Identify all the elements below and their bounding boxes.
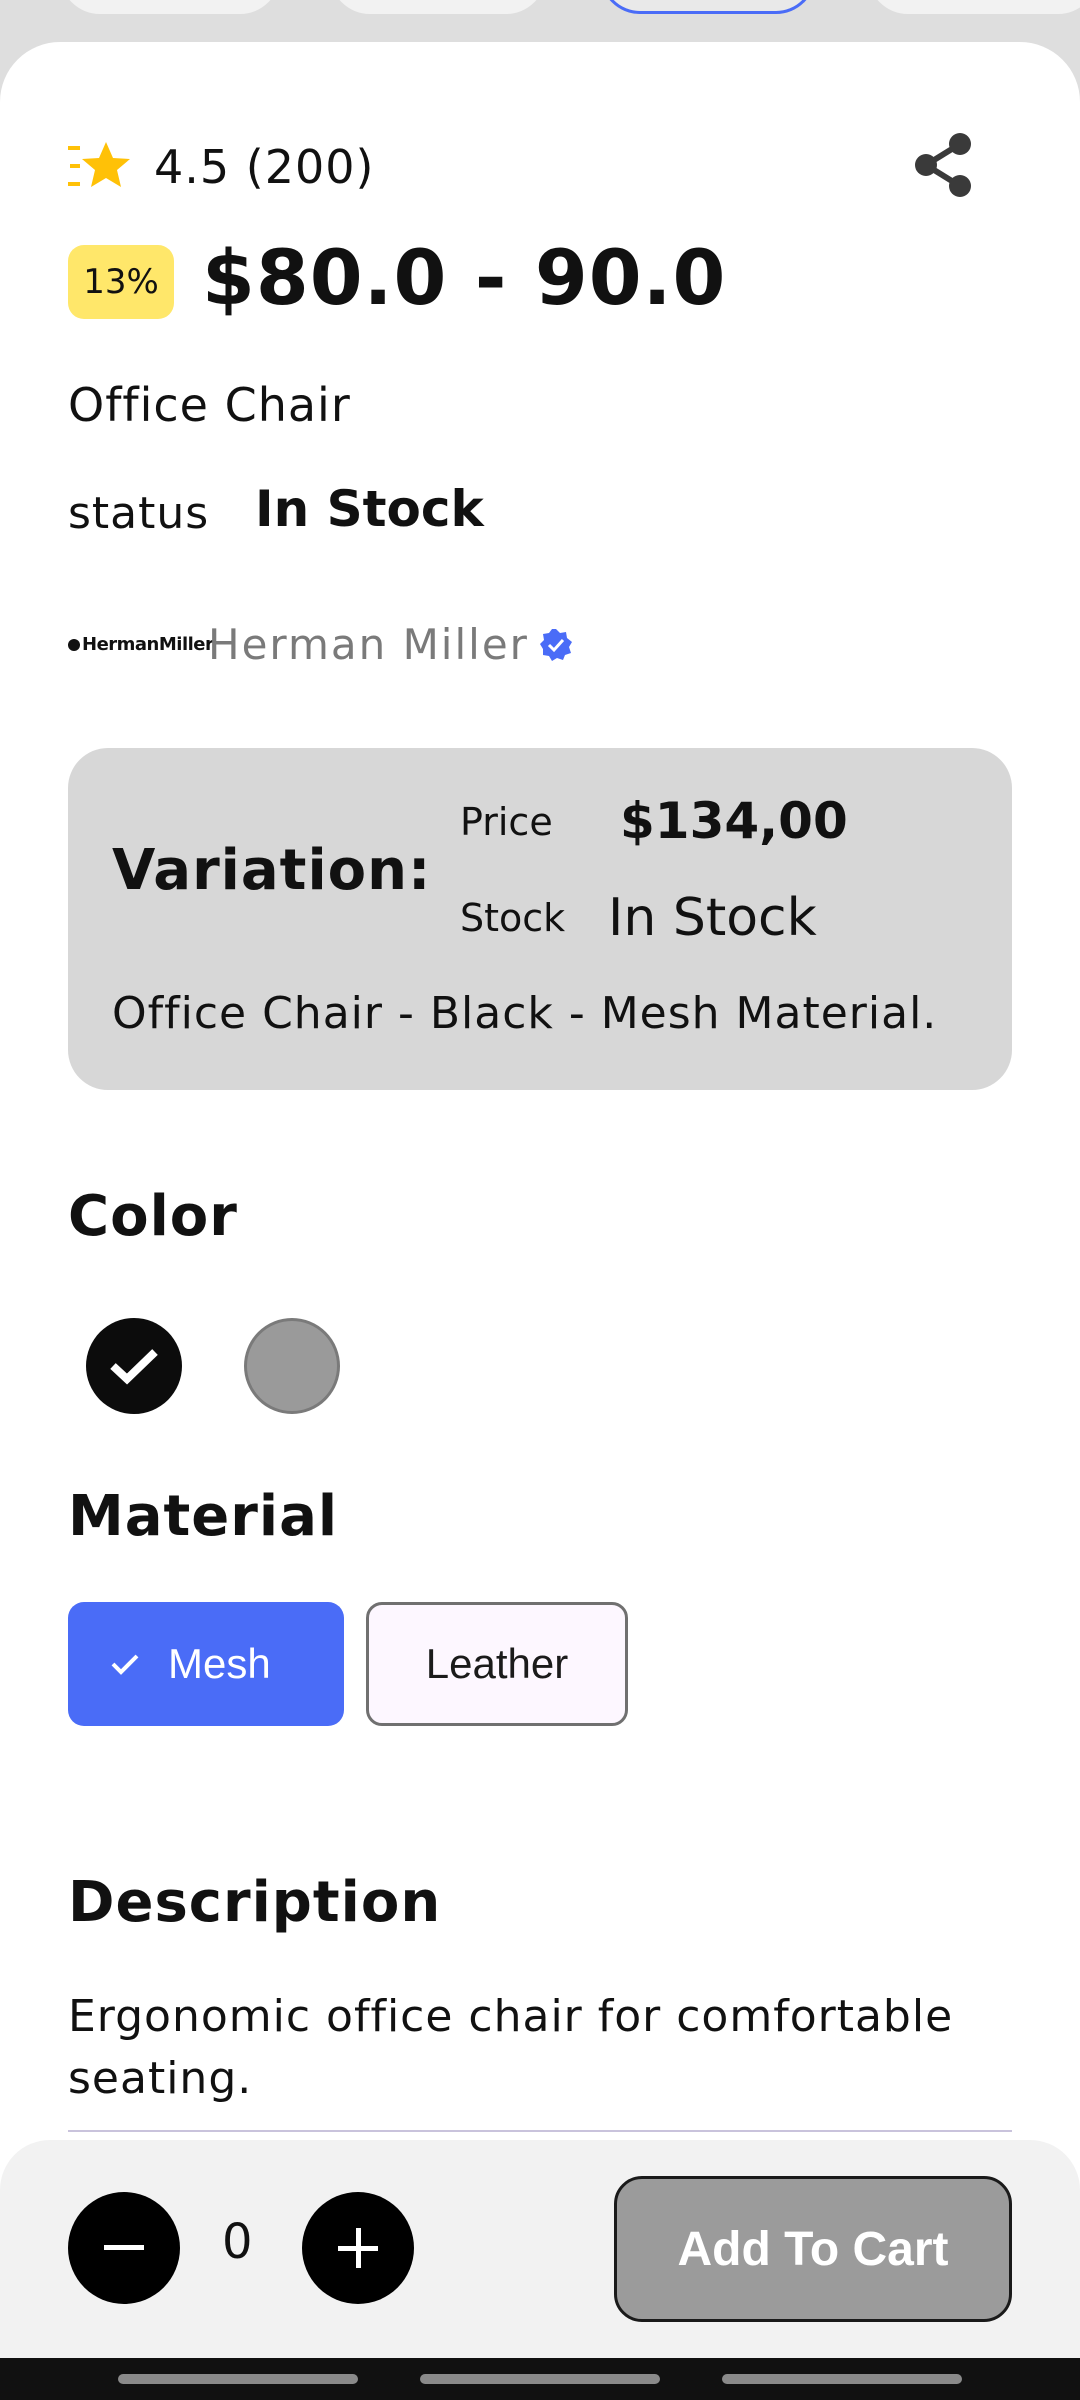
description-text: Ergonomic office chair for comfortable s…: [68, 1991, 954, 2104]
rating-value: 4.5 (200): [154, 140, 375, 194]
material-title: Material: [68, 1484, 339, 1549]
increase-quantity-button[interactable]: [302, 2192, 414, 2304]
color-swatch-black[interactable]: [86, 1318, 182, 1414]
verified-badge-icon: [539, 628, 572, 661]
product-name: Office Chair: [68, 378, 351, 432]
nav-pill-center[interactable]: [420, 2374, 660, 2384]
thumbnail-1[interactable]: [60, 0, 280, 14]
color-swatch-grey[interactable]: [244, 1318, 340, 1414]
decrease-quantity-button[interactable]: [68, 2192, 180, 2304]
variation-stock-value: In Stock: [608, 888, 817, 948]
minus-icon: [104, 2245, 144, 2250]
nav-pill-right[interactable]: [722, 2374, 962, 2384]
check-icon: [110, 1349, 158, 1385]
nav-pill-left[interactable]: [118, 2374, 358, 2384]
brand-logo[interactable]: HermanMiller: [68, 634, 214, 655]
variation-price-value: $134,00: [620, 792, 848, 850]
status-label: status: [68, 488, 210, 539]
thumbnail-3-selected[interactable]: [600, 0, 816, 14]
color-title: Color: [68, 1184, 238, 1249]
check-icon: [111, 1654, 139, 1675]
rating: 4.5 (200): [68, 135, 374, 199]
divider: [68, 2130, 1012, 2132]
variation-title: Variation:: [112, 838, 432, 903]
variation-price-label: Price: [460, 800, 553, 844]
price-range: $80.0 - 90.0: [202, 233, 727, 322]
status-value: In Stock: [255, 480, 484, 538]
variation-stock-label: Stock: [460, 896, 566, 940]
description-title: Description: [68, 1870, 442, 1935]
share-button[interactable]: [912, 132, 974, 198]
discount-badge: 13%: [68, 245, 174, 319]
material-chip-mesh[interactable]: Mesh: [68, 1602, 344, 1726]
variation-description: Office Chair - Black - Mesh Material.: [112, 988, 938, 1039]
material-chip-leather[interactable]: Leather: [366, 1602, 628, 1726]
thumbnail-4[interactable]: [868, 0, 1080, 14]
star-icon: [68, 142, 130, 187]
share-icon: [915, 133, 971, 197]
thumbnail-2[interactable]: [330, 0, 546, 14]
add-to-cart-button[interactable]: Add To Cart: [614, 2176, 1012, 2322]
quantity-value: 0: [222, 2214, 253, 2270]
plus-icon: [338, 2228, 378, 2268]
brand-name[interactable]: Herman Miller: [208, 620, 573, 669]
